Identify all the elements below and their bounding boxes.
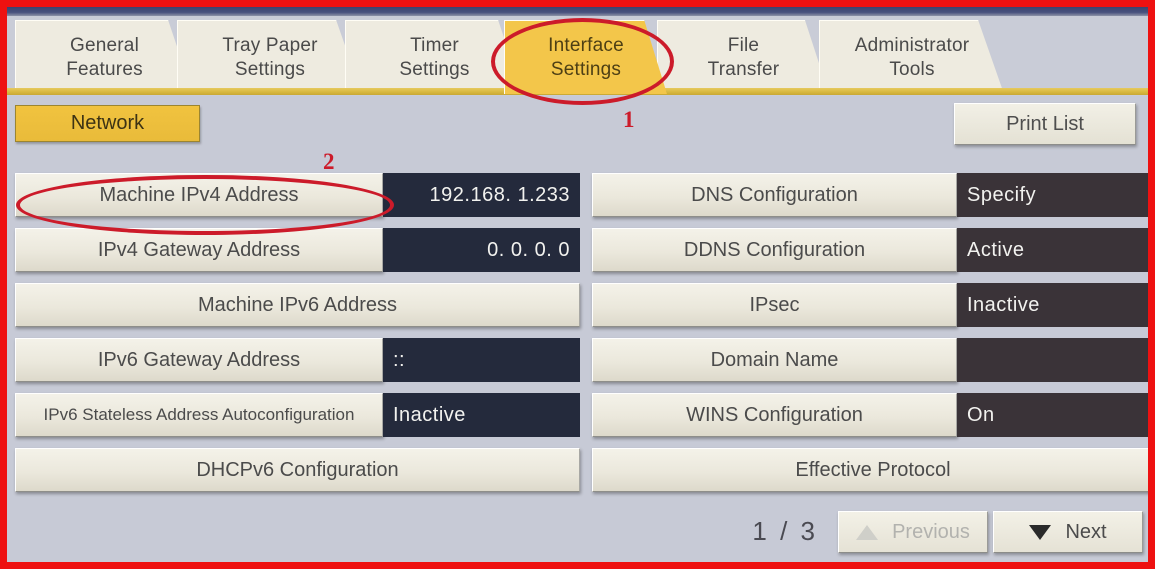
ipsec-label: IPsec [749,293,800,316]
setting-row-ipv6-gateway-address: IPv6 Gateway Address :: [15,338,580,382]
previous-page-button[interactable]: Previous [838,511,988,553]
tab-interface-settings[interactable]: Interface Settings [504,20,667,94]
printer-control-panel-screen: General Features Tray Paper Settings Tim… [0,0,1155,569]
panel-top-bezel [7,7,1148,16]
ipv6-gateway-address-value-text: :: [393,348,406,371]
tab-timer-settings-line2: Settings [399,58,470,80]
ddns-configuration-value-text: Active [967,238,1025,261]
machine-ipv4-address-value: 192.168. 1.233 [383,173,580,217]
settings-column-left: Machine IPv4 Address 192.168. 1.233 IPv4… [15,157,580,502]
dns-configuration-value: Specify [957,173,1148,217]
next-page-button[interactable]: Next [993,511,1143,553]
dhcpv6-configuration-label: DHCPv6 Configuration [196,458,399,481]
machine-ipv6-address-button[interactable]: Machine IPv6 Address [15,283,580,327]
ipsec-value: Inactive [957,283,1148,327]
ipv6-stateless-autoconfig-label: IPv6 Stateless Address Autoconfiguration [43,405,355,424]
settings-column-right: DNS Configuration Specify DDNS Configura… [592,157,1148,502]
tab-timer-settings-line1: Timer [410,35,459,57]
tab-administrator-tools-line2: Tools [889,58,935,80]
setting-row-ipv6-stateless-autoconfig: IPv6 Stateless Address Autoconfiguration… [15,393,580,437]
dns-configuration-label: DNS Configuration [691,183,858,206]
tab-timer-settings[interactable]: Timer Settings [345,20,523,94]
tab-interface-settings-line2: Settings [550,58,622,80]
ipv6-stateless-autoconfig-value-text: Inactive [393,403,466,426]
wins-configuration-label: WINS Configuration [686,403,863,426]
ipv6-stateless-autoconfig-value: Inactive [383,393,580,437]
tab-administrator-tools[interactable]: Administrator Tools [819,20,1004,94]
ipv4-gateway-address-value: 0. 0. 0. 0 [383,228,580,272]
domain-name-label: Domain Name [710,348,839,371]
machine-ipv4-address-value-text: 192.168. 1.233 [429,183,570,206]
ipv4-gateway-address-button[interactable]: IPv4 Gateway Address [15,228,383,272]
setting-row-wins-configuration: WINS Configuration On [592,393,1148,437]
triangle-up-icon [856,524,879,540]
tab-administrator-tools-line1: Administrator [854,35,970,57]
dns-configuration-button[interactable]: DNS Configuration [592,173,957,217]
print-list-label: Print List [1006,112,1084,135]
machine-ipv4-address-button[interactable]: Machine IPv4 Address [15,173,383,217]
settings-tab-bar: General Features Tray Paper Settings Tim… [7,16,1148,96]
tab-general-features-line2: Features [66,58,143,80]
setting-row-dhcpv6-configuration: DHCPv6 Configuration [15,448,580,492]
machine-ipv6-address-label: Machine IPv6 Address [198,293,397,316]
network-category-button[interactable]: Network [15,105,200,142]
ipv6-gateway-address-value: :: [383,338,580,382]
domain-name-button[interactable]: Domain Name [592,338,957,382]
ipsec-value-text: Inactive [967,293,1040,316]
setting-row-ddns-configuration: DDNS Configuration Active [592,228,1148,272]
tab-file-transfer[interactable]: File Transfer [657,20,829,94]
ipv4-gateway-address-value-text: 0. 0. 0. 0 [487,238,570,261]
tab-file-transfer-line1: File [727,35,760,57]
ddns-configuration-button[interactable]: DDNS Configuration [592,228,957,272]
setting-row-ipsec: IPsec Inactive [592,283,1148,327]
page-indicator: 1 / 3 [752,516,818,546]
wins-configuration-value: On [957,393,1148,437]
setting-row-ipv4-gateway-address: IPv4 Gateway Address 0. 0. 0. 0 [15,228,580,272]
tab-tray-paper-settings[interactable]: Tray Paper Settings [177,20,362,94]
tab-general-features-line1: General [70,35,139,57]
dhcpv6-configuration-button[interactable]: DHCPv6 Configuration [15,448,580,492]
tab-tray-paper-settings-line1: Tray Paper [222,35,318,57]
subheader-bar: Network Print List [7,95,1148,157]
domain-name-value [957,338,1148,382]
setting-row-domain-name: Domain Name [592,338,1148,382]
annotation-marker-1: 1 [623,107,635,132]
setting-row-effective-protocol: Effective Protocol [592,448,1148,492]
tab-interface-settings-line1: Interface [548,35,624,57]
ddns-configuration-label: DDNS Configuration [683,238,866,261]
pagination-footer: 1 / 3 Previous Next [7,502,1148,562]
ipv6-gateway-address-label: IPv6 Gateway Address [97,348,301,371]
triangle-down-icon [1029,524,1052,540]
tab-file-transfer-line2: Transfer [707,58,780,80]
tab-general-features[interactable]: General Features [15,20,193,94]
tab-tray-paper-settings-line2: Settings [234,58,306,80]
ipv6-gateway-address-button[interactable]: IPv6 Gateway Address [15,338,383,382]
wins-configuration-value-text: On [967,403,995,426]
ipv6-stateless-autoconfig-button[interactable]: IPv6 Stateless Address Autoconfiguration [15,393,383,437]
ddns-configuration-value: Active [957,228,1148,272]
ipsec-button[interactable]: IPsec [592,283,957,327]
wins-configuration-button[interactable]: WINS Configuration [592,393,957,437]
previous-page-label: Previous [892,520,970,543]
settings-grid: Machine IPv4 Address 192.168. 1.233 IPv4… [7,157,1148,502]
print-list-button[interactable]: Print List [954,103,1136,145]
network-category-label: Network [70,112,145,134]
effective-protocol-button[interactable]: Effective Protocol [592,448,1148,492]
ipv4-gateway-address-label: IPv4 Gateway Address [97,238,301,261]
setting-row-machine-ipv4-address: Machine IPv4 Address 192.168. 1.233 [15,173,580,217]
setting-row-machine-ipv6-address: Machine IPv6 Address [15,283,580,327]
machine-ipv4-address-label: Machine IPv4 Address [99,183,299,206]
annotation-marker-2: 2 [323,149,335,174]
setting-row-dns-configuration: DNS Configuration Specify [592,173,1148,217]
dns-configuration-value-text: Specify [967,183,1037,206]
effective-protocol-label: Effective Protocol [795,458,951,481]
next-page-label: Next [1065,520,1107,543]
